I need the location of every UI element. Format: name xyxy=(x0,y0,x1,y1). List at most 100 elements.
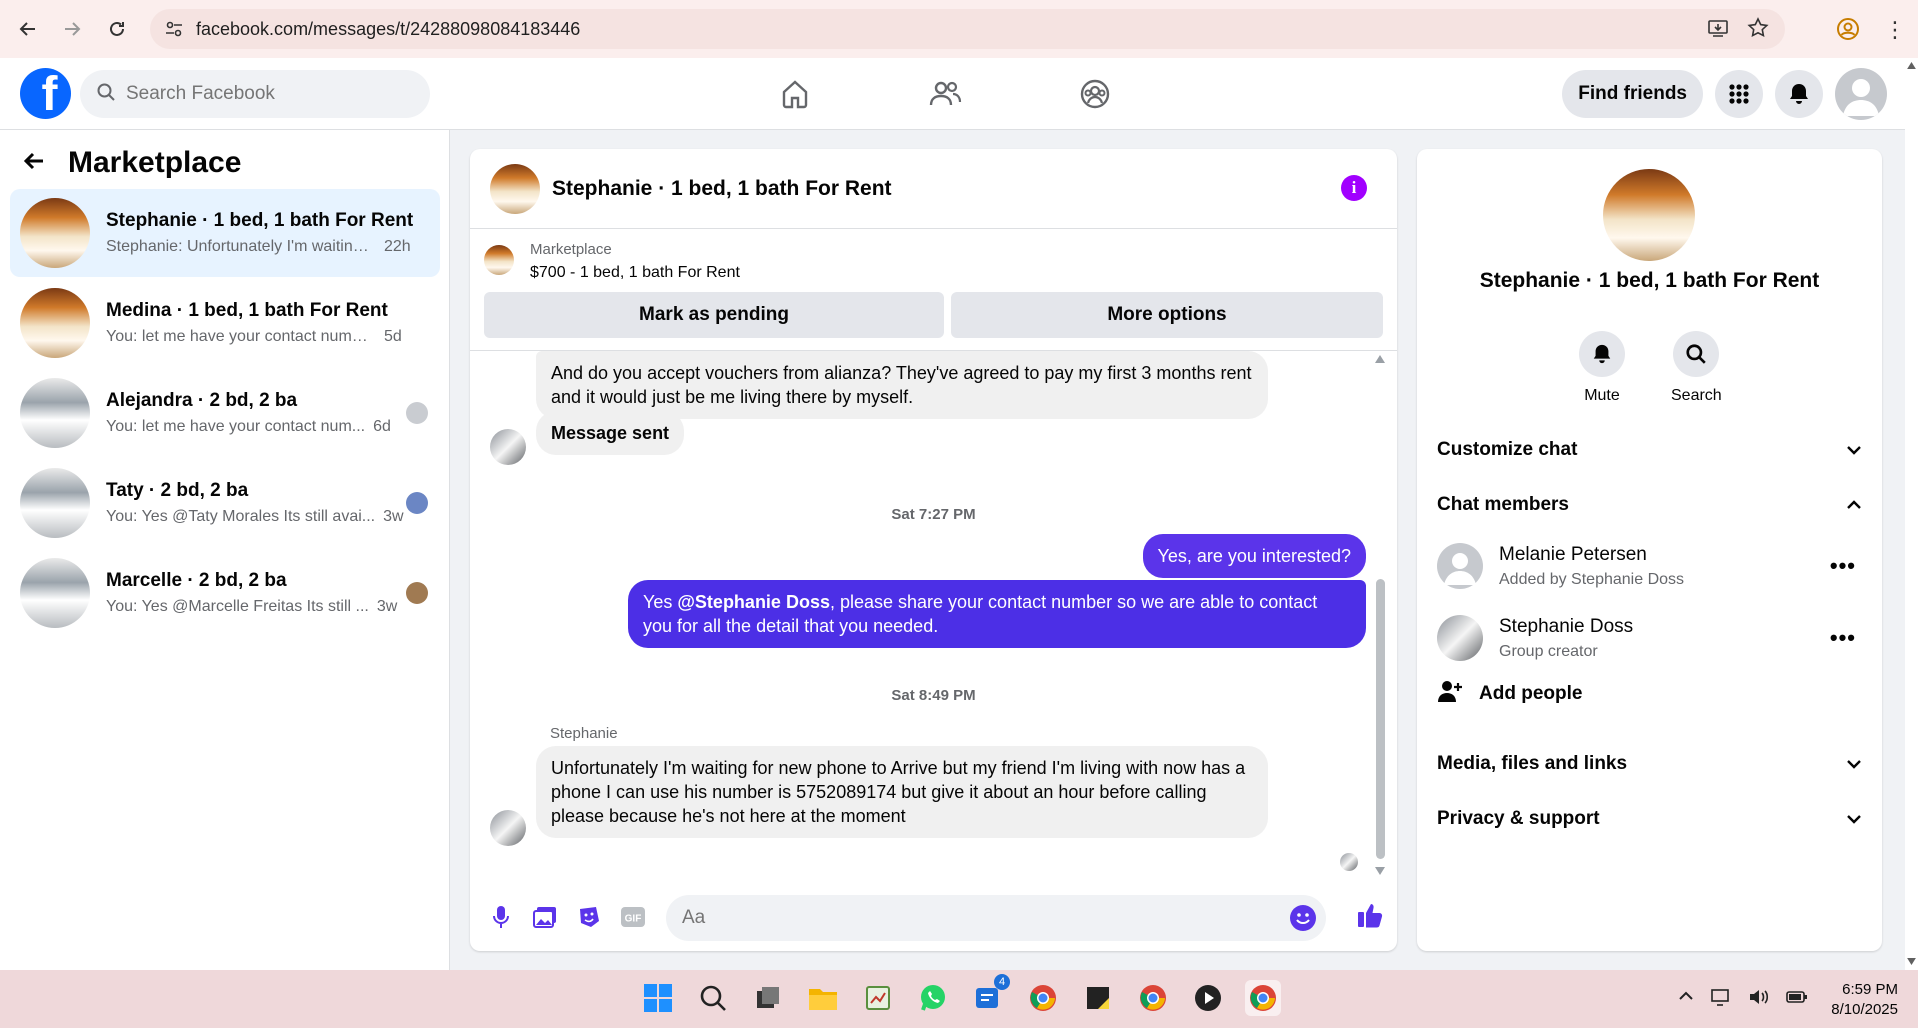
friends-icon[interactable] xyxy=(920,72,970,116)
whatsapp-icon[interactable] xyxy=(915,980,951,1016)
mark-as-pending-button[interactable]: Mark as pending xyxy=(484,292,944,338)
find-friends-button[interactable]: Find friends xyxy=(1562,70,1703,118)
back-icon[interactable] xyxy=(10,11,46,47)
chat-members-section[interactable]: Chat members xyxy=(1437,494,1862,516)
member-avatar xyxy=(1437,615,1483,661)
conversation-name: Taty · 2 bd, 2 ba xyxy=(106,480,249,501)
message-composer: GIF xyxy=(470,889,1397,945)
member-row[interactable]: Stephanie Doss Group creator ••• xyxy=(1437,615,1862,661)
url-text: facebook.com/messages/t/2428809808418344… xyxy=(196,18,581,39)
network-icon[interactable] xyxy=(1710,988,1732,1011)
chat-scrollbar[interactable] xyxy=(1373,355,1387,875)
more-icon[interactable]: ••• xyxy=(1830,625,1856,651)
conversation-preview: You: let me have your contact num... xyxy=(106,418,366,435)
conversation-item[interactable]: Medina · 1 bed, 1 bath For Rent You: let… xyxy=(10,279,440,367)
install-app-icon[interactable] xyxy=(1707,17,1729,44)
search-icon xyxy=(96,82,116,107)
gif-icon[interactable]: GIF xyxy=(618,902,648,932)
photo-icon[interactable] xyxy=(530,902,560,932)
listing-banner[interactable]: Marketplace $700 - 1 bed, 1 bath For Ren… xyxy=(484,241,740,282)
account-avatar[interactable] xyxy=(1835,68,1887,120)
conversation-item[interactable]: Alejandra · 2 bd, 2 ba You: let me have … xyxy=(10,369,440,457)
message-input[interactable] xyxy=(682,907,1262,929)
browser-menu-icon[interactable]: ⋮ xyxy=(1884,17,1906,43)
bookmark-star-icon[interactable] xyxy=(1747,17,1769,44)
listing-thumbnail xyxy=(20,288,90,358)
message-input-box[interactable] xyxy=(666,895,1326,941)
more-icon[interactable]: ••• xyxy=(1830,553,1856,579)
page-scrollbar[interactable] xyxy=(1905,58,1918,970)
clock-time: 6:59 PM xyxy=(1842,981,1898,998)
profile-icon[interactable] xyxy=(1836,17,1860,46)
system-clock[interactable]: 6:59 PM 8/10/2025 xyxy=(1831,980,1898,1020)
search-input[interactable] xyxy=(126,83,406,105)
notifications-bell-icon[interactable] xyxy=(1775,70,1823,118)
sender-name: Stephanie xyxy=(550,725,618,742)
like-thumb-icon[interactable] xyxy=(1357,901,1385,934)
member-name: Melanie Petersen xyxy=(1499,543,1647,565)
chrome-active-icon[interactable] xyxy=(1245,980,1281,1016)
chevron-down-icon xyxy=(1846,753,1862,775)
more-options-button[interactable]: More options xyxy=(951,292,1383,338)
search-in-chat-button[interactable]: Search xyxy=(1671,331,1722,405)
start-windows-icon[interactable] xyxy=(640,980,676,1016)
chrome-profile-icon[interactable] xyxy=(1135,980,1171,1016)
volume-icon[interactable] xyxy=(1748,988,1770,1011)
privacy-support-section[interactable]: Privacy & support xyxy=(1437,808,1862,830)
search-facebook[interactable] xyxy=(80,70,430,118)
member-avatar xyxy=(1437,543,1483,589)
mention[interactable]: @Stephanie Doss xyxy=(677,592,830,612)
chat-details-panel: Stephanie · 1 bed, 1 bath For Rent Mute … xyxy=(1417,149,1882,951)
info-icon[interactable]: i xyxy=(1341,175,1367,201)
member-row[interactable]: Melanie Petersen Added by Stephanie Doss… xyxy=(1437,543,1862,589)
browser-toolbar: facebook.com/messages/t/2428809808418344… xyxy=(0,0,1918,58)
menu-grid-icon[interactable] xyxy=(1715,70,1763,118)
chat-title[interactable]: Stephanie · 1 bed, 1 bath For Rent xyxy=(552,177,892,201)
member-subtitle: Added by Stephanie Doss xyxy=(1499,570,1685,588)
media-files-section[interactable]: Media, files and links xyxy=(1437,753,1862,775)
details-title: Stephanie · 1 bed, 1 bath For Rent xyxy=(1479,269,1820,292)
incoming-message: Unfortunately I'm waiting for new phone … xyxy=(536,746,1268,838)
facebook-logo[interactable]: f xyxy=(20,68,71,119)
conversation-preview: You: Yes @Marcelle Freitas Its still ... xyxy=(106,598,369,615)
file-explorer-icon[interactable] xyxy=(805,980,841,1016)
conversation-item[interactable]: Marcelle · 2 bd, 2 ba You: Yes @Marcelle… xyxy=(10,549,440,637)
mute-button[interactable]: Mute xyxy=(1577,331,1627,405)
taskbar-search-icon[interactable] xyxy=(695,980,731,1016)
sticker-icon[interactable] xyxy=(574,902,604,932)
media-player-icon[interactable] xyxy=(1190,980,1226,1016)
details-avatar[interactable] xyxy=(1603,169,1695,261)
message-thread: And do you accept vouchers from alianza?… xyxy=(470,351,1397,877)
chevron-down-icon xyxy=(1846,808,1862,830)
conversation-item[interactable]: Stephanie · 1 bed, 1 bath For Rent Steph… xyxy=(10,189,440,277)
listing-thumbnail xyxy=(20,378,90,448)
seen-avatar xyxy=(406,582,428,604)
spreadsheet-app-icon[interactable] xyxy=(860,980,896,1016)
groups-icon[interactable] xyxy=(1070,72,1120,116)
back-arrow-icon[interactable] xyxy=(22,149,46,178)
chrome-icon[interactable] xyxy=(1025,980,1061,1016)
forward-icon[interactable] xyxy=(54,11,90,47)
sticky-notes-icon[interactable] xyxy=(1080,980,1116,1016)
conversation-item[interactable]: Taty · 2 bd, 2 ba You: Yes @Taty Morales… xyxy=(10,459,440,547)
outgoing-message: Yes @Stephanie Doss, please share your c… xyxy=(628,580,1366,648)
emoji-icon[interactable] xyxy=(1290,905,1316,931)
section-label: Customize chat xyxy=(1437,439,1578,460)
task-view-icon[interactable] xyxy=(750,980,786,1016)
chat-avatar[interactable] xyxy=(490,163,540,214)
chat-app-icon[interactable]: 4 xyxy=(970,974,1010,1016)
chevron-up-tray-icon[interactable] xyxy=(1678,988,1694,1011)
home-icon[interactable] xyxy=(770,72,820,116)
message-text: Yes xyxy=(643,592,678,612)
address-bar[interactable]: facebook.com/messages/t/2428809808418344… xyxy=(150,9,1785,49)
reload-icon[interactable] xyxy=(99,11,135,47)
battery-icon[interactable] xyxy=(1786,988,1808,1011)
scrollbar-thumb[interactable] xyxy=(1376,579,1385,859)
microphone-icon[interactable] xyxy=(486,902,516,932)
chat-header: Stephanie · 1 bed, 1 bath For Rent i xyxy=(470,149,1397,229)
chat-panel: Stephanie · 1 bed, 1 bath For Rent i Mar… xyxy=(470,149,1397,951)
customize-chat-section[interactable]: Customize chat xyxy=(1437,439,1862,461)
site-settings-icon[interactable] xyxy=(164,19,184,44)
add-people-button[interactable]: Add people xyxy=(1437,679,1582,709)
conversation-time: 5d xyxy=(384,328,402,345)
